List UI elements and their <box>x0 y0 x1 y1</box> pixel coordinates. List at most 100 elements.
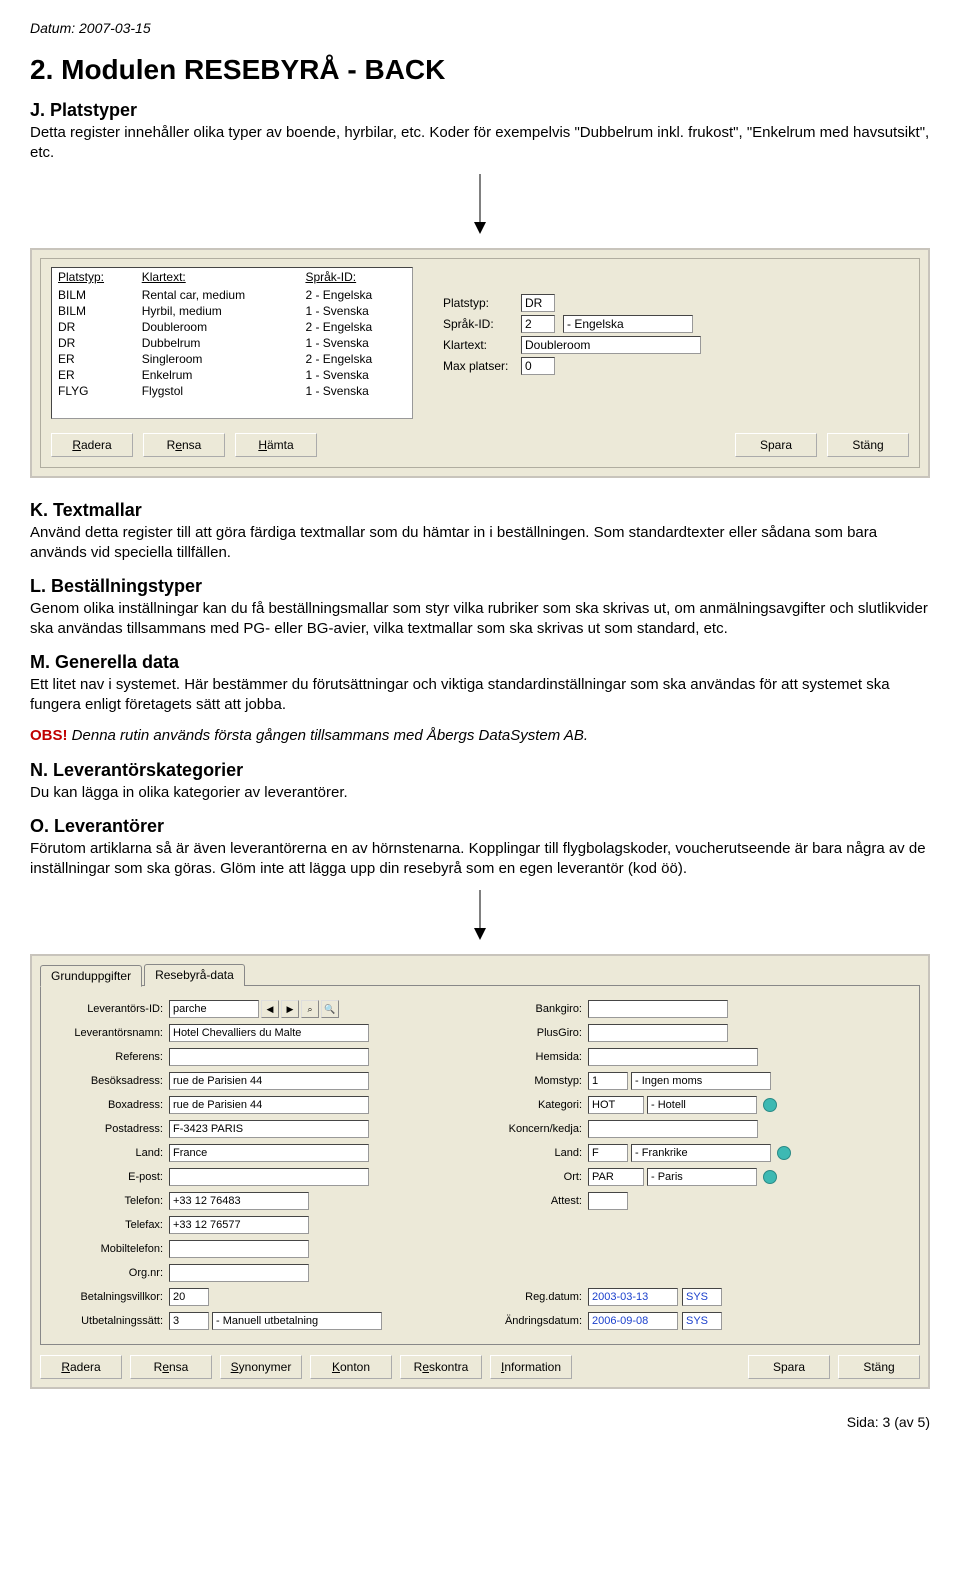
sprak-code-input[interactable] <box>521 315 555 333</box>
stang-button[interactable]: Stäng <box>827 433 909 457</box>
section-m-body: Ett litet nav i systemet. Här bestämmer … <box>30 675 930 714</box>
attest-input[interactable] <box>588 1192 628 1210</box>
land2-code-input[interactable] <box>588 1144 628 1162</box>
list-row[interactable]: FLYGFlygstol1 - Svenska <box>52 383 412 399</box>
utb-code-input[interactable] <box>169 1312 209 1330</box>
konton-button[interactable]: Konton <box>310 1355 392 1379</box>
hem-input[interactable] <box>588 1048 758 1066</box>
lev-id-input[interactable] <box>169 1000 259 1018</box>
betv-label: Betalningsvillkor: <box>51 1291 169 1303</box>
page-title: 2. Modulen RESEBYRÅ - BACK <box>30 54 930 86</box>
epost-input[interactable] <box>169 1168 369 1186</box>
tab-resebyra-data[interactable]: Resebyrå-data <box>144 964 245 986</box>
list-header-klartext: Klartext: <box>136 268 300 287</box>
land-input[interactable] <box>169 1144 369 1162</box>
information-button[interactable]: Information <box>490 1355 572 1379</box>
lev-id-label: Leverantörs-ID: <box>51 1003 169 1015</box>
radera-button-2[interactable]: Radera <box>40 1355 122 1379</box>
tel-label: Telefon: <box>51 1195 169 1207</box>
section-m-title: M. Generella data <box>30 652 930 673</box>
list-row[interactable]: DRDubbelrum1 - Svenska <box>52 335 412 351</box>
maxplatser-label: Max platser: <box>443 359 521 373</box>
land2-text-input[interactable] <box>631 1144 771 1162</box>
land-label: Land: <box>51 1147 169 1159</box>
list-row[interactable]: DRDoubleroom2 - Engelska <box>52 319 412 335</box>
list-row[interactable]: EREnkelrum1 - Svenska <box>52 367 412 383</box>
hamta-button[interactable]: Hämta <box>235 433 317 457</box>
klartext-label: Klartext: <box>443 338 521 352</box>
synonymer-button[interactable]: Synonymer <box>220 1355 302 1379</box>
kat-code-input[interactable] <box>588 1096 644 1114</box>
tab-grunduppgifter[interactable]: Grunduppgifter <box>40 965 142 987</box>
section-k-body: Använd detta register till att göra färd… <box>30 523 930 562</box>
reg-sys-input <box>682 1288 722 1306</box>
stang-button-2[interactable]: Stäng <box>838 1355 920 1379</box>
utb-label: Utbetalningssätt: <box>51 1315 169 1327</box>
page-date: Datum: 2007-03-15 <box>30 20 930 36</box>
list-row[interactable]: BILMHyrbil, medium1 - Svenska <box>52 303 412 319</box>
moms-text-input[interactable] <box>631 1072 771 1090</box>
ort-code-input[interactable] <box>588 1168 644 1186</box>
fax-label: Telefax: <box>51 1219 169 1231</box>
bg-input[interactable] <box>588 1000 728 1018</box>
land2-label: Land: <box>490 1147 588 1159</box>
post-input[interactable] <box>169 1120 369 1138</box>
prev-icon[interactable]: ◀ <box>261 1000 279 1018</box>
attest-label: Attest: <box>490 1195 588 1207</box>
section-j-title: J. Platstyper <box>30 100 930 121</box>
next-icon[interactable]: ▶ <box>281 1000 299 1018</box>
mobil-label: Mobiltelefon: <box>51 1243 169 1255</box>
utb-text-input[interactable] <box>212 1312 382 1330</box>
referens-input[interactable] <box>169 1048 369 1066</box>
obs-body: Denna rutin används första gången tillsa… <box>72 727 588 744</box>
platstyper-listbox[interactable]: Platstyp: Klartext: Språk-ID: BILMRental… <box>51 267 413 419</box>
org-input[interactable] <box>169 1264 309 1282</box>
kat-text-input[interactable] <box>647 1096 757 1114</box>
spara-button-2[interactable]: Spara <box>748 1355 830 1379</box>
section-j-body: Detta register innehåller olika typer av… <box>30 123 930 162</box>
list-row[interactable]: ERSingleroom2 - Engelska <box>52 351 412 367</box>
mobil-input[interactable] <box>169 1240 309 1258</box>
platstyper-window: Platstyp: Klartext: Språk-ID: BILMRental… <box>30 248 930 478</box>
section-l-title: L. Beställningstyper <box>30 576 930 597</box>
fax-input[interactable] <box>169 1216 309 1234</box>
betv-input[interactable] <box>169 1288 209 1306</box>
andr-sys-input <box>682 1312 722 1330</box>
besok-label: Besöksadress: <box>51 1075 169 1087</box>
section-o-body: Förutom artiklarna så är även leverantör… <box>30 839 930 878</box>
search-icon[interactable]: ⌕ <box>301 1000 319 1018</box>
status-dot-icon[interactable] <box>777 1146 791 1160</box>
ort-text-input[interactable] <box>647 1168 757 1186</box>
platstyp-label: Platstyp: <box>443 296 521 310</box>
lev-namn-label: Leverantörsnamn: <box>51 1027 169 1039</box>
konc-input[interactable] <box>588 1120 758 1138</box>
rensa-button[interactable]: Rensa <box>143 433 225 457</box>
rensa-button-2[interactable]: Rensa <box>130 1355 212 1379</box>
box-label: Boxadress: <box>51 1099 169 1111</box>
org-label: Org.nr: <box>51 1267 169 1279</box>
pg-input[interactable] <box>588 1024 728 1042</box>
kat-label: Kategori: <box>490 1099 588 1111</box>
post-label: Postadress: <box>51 1123 169 1135</box>
moms-label: Momstyp: <box>490 1075 588 1087</box>
moms-code-input[interactable] <box>588 1072 628 1090</box>
radera-button[interactable]: RRaderaadera <box>51 433 133 457</box>
pg-label: PlusGiro: <box>490 1027 588 1039</box>
sprak-label: Språk-ID: <box>443 317 521 331</box>
status-dot-icon[interactable] <box>763 1098 777 1112</box>
box-input[interactable] <box>169 1096 369 1114</box>
list-row[interactable]: BILMRental car, medium2 - Engelska <box>52 287 412 303</box>
tel-input[interactable] <box>169 1192 309 1210</box>
spara-button[interactable]: Spara <box>735 433 817 457</box>
andr-label: Ändringsdatum: <box>490 1315 588 1327</box>
maxplatser-input[interactable] <box>521 357 555 375</box>
klartext-input[interactable] <box>521 336 701 354</box>
zoom-icon[interactable]: 🔍 <box>321 1000 339 1018</box>
reskontra-button[interactable]: Reskontra <box>400 1355 482 1379</box>
list-header-platstyp: Platstyp: <box>52 268 136 287</box>
sprak-text-input[interactable] <box>563 315 693 333</box>
besok-input[interactable] <box>169 1072 369 1090</box>
platstyp-input[interactable] <box>521 294 555 312</box>
lev-namn-input[interactable] <box>169 1024 369 1042</box>
status-dot-icon[interactable] <box>763 1170 777 1184</box>
